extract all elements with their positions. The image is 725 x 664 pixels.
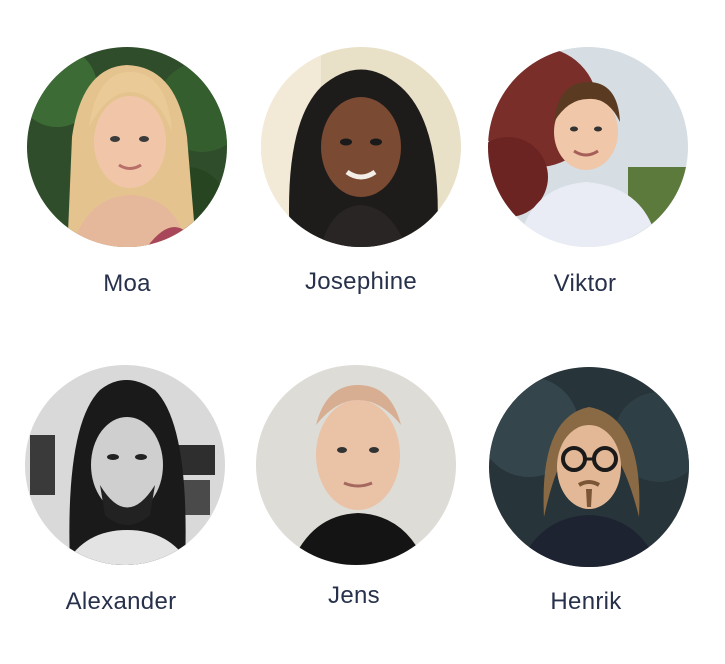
photo-viktor	[488, 47, 688, 247]
photo-jens	[256, 365, 456, 565]
team-grid: Moa Josephine Viktor Alexander Jens Henr…	[0, 0, 725, 664]
avatar-moa	[27, 47, 227, 247]
avatar-jens	[256, 365, 456, 565]
photo-henrik	[489, 367, 689, 567]
member-name-josephine: Josephine	[304, 268, 418, 295]
member-name-jens: Jens	[328, 582, 380, 609]
avatar-alexander	[25, 365, 225, 565]
member-name-moa: Moa	[103, 270, 151, 297]
member-name-viktor: Viktor	[553, 270, 617, 297]
member-name-henrik: Henrik	[550, 588, 622, 615]
photo-alexander	[25, 365, 225, 565]
member-name-alexander: Alexander	[65, 588, 177, 615]
avatar-henrik	[489, 367, 689, 567]
photo-moa	[27, 47, 227, 247]
photo-josephine	[261, 47, 461, 247]
avatar-josephine	[261, 47, 461, 247]
avatar-viktor	[488, 47, 688, 247]
